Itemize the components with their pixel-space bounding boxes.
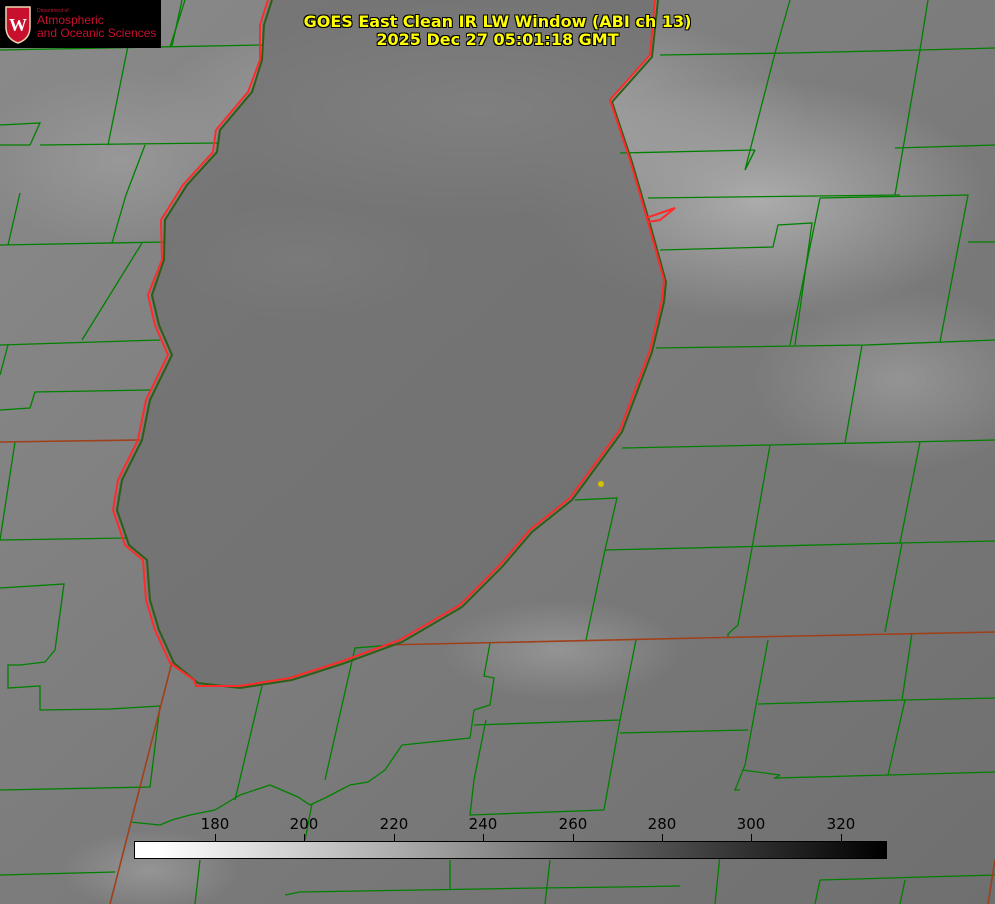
colorbar-tick-label: 240: [468, 815, 498, 833]
colorbar-tick-label: 180: [200, 815, 230, 833]
colorbar-tick-label: 320: [826, 815, 856, 833]
colorbar-tick-mark: [483, 834, 484, 841]
colorbar-tick-mark: [394, 834, 395, 841]
colorbar-tick-mark: [215, 834, 216, 841]
colorbar-tick-label: 200: [289, 815, 319, 833]
satellite-map: [0, 0, 995, 904]
colorbar-tick-label: 220: [379, 815, 409, 833]
colorbar-tick-mark: [841, 834, 842, 841]
image-title: GOES East Clean IR LW Window (ABI ch 13): [303, 12, 692, 31]
colorbar-tick-mark: [304, 834, 305, 841]
image-timestamp: 2025 Dec 27 05:01:18 GMT: [376, 30, 619, 49]
colorbar-tick-label: 280: [647, 815, 677, 833]
colorbar-tick-mark: [662, 834, 663, 841]
station-marker: [598, 481, 604, 487]
temperature-colorbar: [134, 841, 887, 859]
colorbar-tick-label: 260: [558, 815, 588, 833]
colorbar-tick-mark: [573, 834, 574, 841]
colorbar-tick-label: 300: [736, 815, 766, 833]
colorbar-tick-mark: [751, 834, 752, 841]
